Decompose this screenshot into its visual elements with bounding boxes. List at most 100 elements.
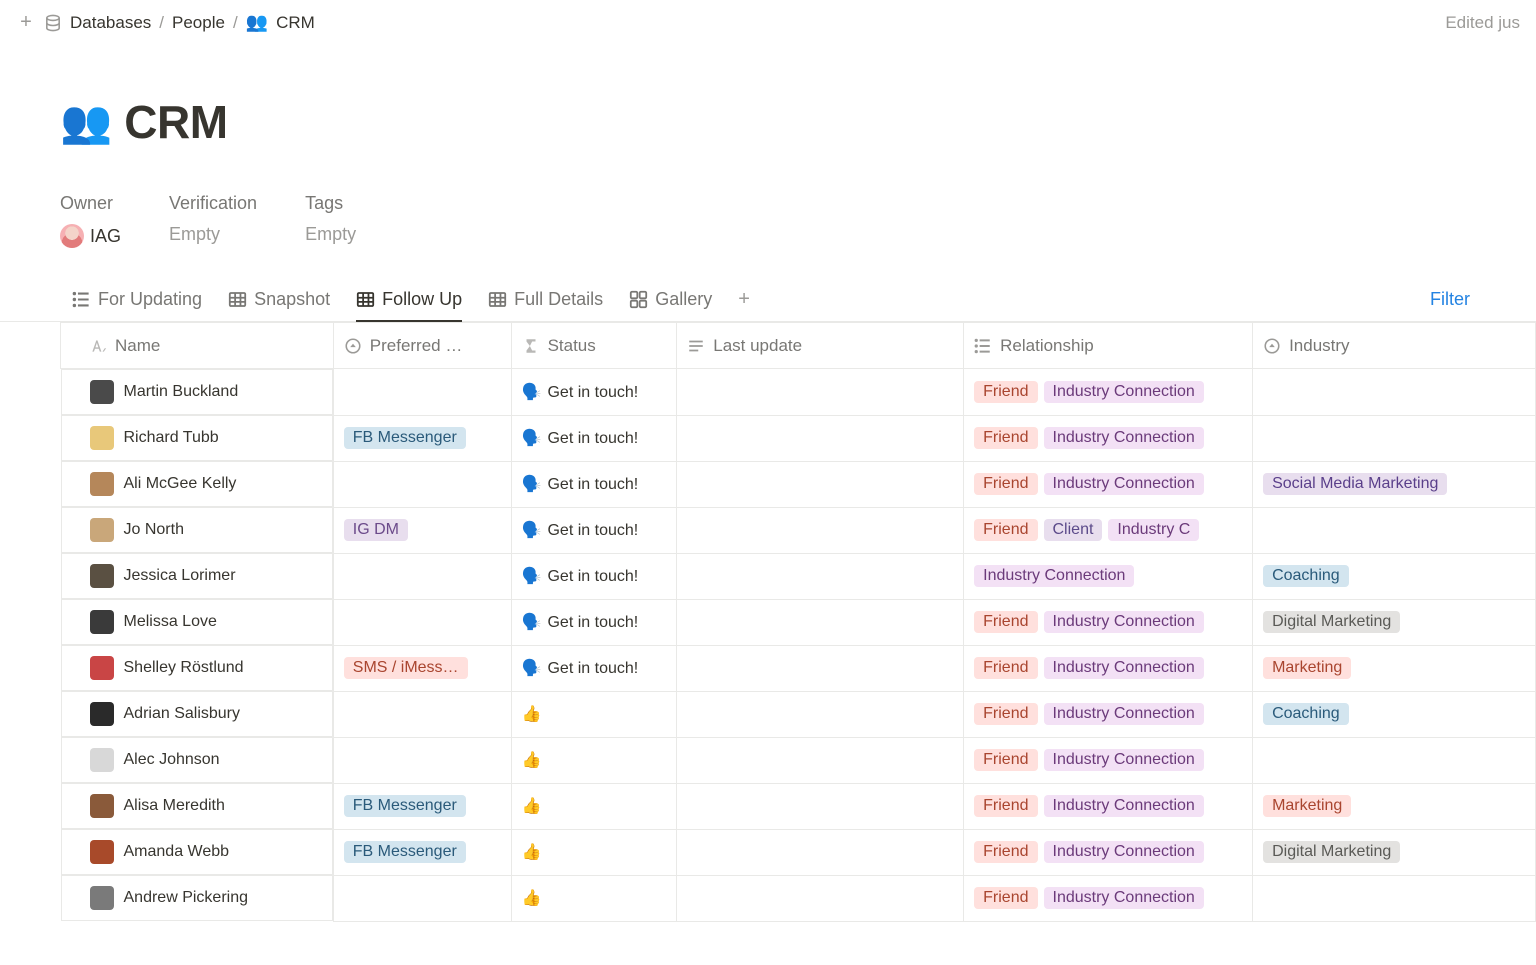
breadcrumb-people[interactable]: People — [172, 13, 225, 33]
cell-relationship[interactable]: FriendIndustry Connection — [964, 875, 1253, 921]
tab-for-updating[interactable]: For Updating — [72, 289, 202, 322]
cell-relationship[interactable]: FriendIndustry Connection — [964, 737, 1253, 783]
col-header-status[interactable]: Status — [511, 323, 677, 369]
col-header-industry[interactable]: Industry — [1253, 323, 1536, 369]
cell-status[interactable]: 🗣️Get in touch! — [511, 553, 677, 599]
cell-industry[interactable]: Digital Marketing — [1253, 829, 1536, 875]
cell-name[interactable]: Martin Buckland — [61, 369, 333, 415]
cell-last-update[interactable] — [677, 737, 964, 783]
cell-preferred[interactable] — [333, 875, 511, 921]
cell-relationship[interactable]: Industry Connection — [964, 553, 1253, 599]
cell-status[interactable]: 🗣️Get in touch! — [511, 369, 677, 416]
table-row[interactable]: Alisa MeredithFB Messenger👍 FriendIndustr… — [61, 783, 1536, 829]
cell-preferred[interactable] — [333, 691, 511, 737]
cell-last-update[interactable] — [677, 553, 964, 599]
cell-name[interactable]: Jo North — [61, 507, 333, 553]
cell-name[interactable]: Alec Johnson — [61, 737, 333, 783]
table-row[interactable]: Ali McGee Kelly 🗣️Get in touch! FriendIndu… — [61, 461, 1536, 507]
verification-value[interactable]: Empty — [169, 224, 257, 245]
table-row[interactable]: Amanda WebbFB Messenger👍 FriendIndustry C… — [61, 829, 1536, 875]
cell-relationship[interactable]: FriendIndustry Connection — [964, 829, 1253, 875]
cell-last-update[interactable] — [677, 369, 964, 416]
cell-status[interactable]: 👍 — [511, 783, 677, 829]
cell-status[interactable]: 👍 — [511, 875, 677, 921]
cell-preferred[interactable]: FB Messenger — [333, 415, 511, 461]
cell-status[interactable]: 👍 — [511, 737, 677, 783]
cell-industry[interactable]: Coaching — [1253, 691, 1536, 737]
cell-last-update[interactable] — [677, 783, 964, 829]
filter-button[interactable]: Filter — [1430, 289, 1476, 320]
tab-follow-up[interactable]: Follow Up — [356, 289, 462, 322]
cell-name[interactable]: Melissa Love — [61, 599, 333, 645]
cell-preferred[interactable] — [333, 369, 511, 416]
table-row[interactable]: Shelley RöstlundSMS / iMess…🗣️Get in tou… — [61, 645, 1536, 691]
tab-snapshot[interactable]: Snapshot — [228, 289, 330, 322]
cell-last-update[interactable] — [677, 415, 964, 461]
cell-name[interactable]: Andrew Pickering — [61, 875, 333, 921]
col-header-name[interactable]: Name — [61, 323, 334, 369]
cell-industry[interactable]: Marketing — [1253, 645, 1536, 691]
table-row[interactable]: Alec Johnson 👍 FriendIndustry Connection — [61, 737, 1536, 783]
cell-preferred[interactable] — [333, 599, 511, 645]
cell-industry[interactable] — [1253, 875, 1536, 921]
cell-name[interactable]: Ali McGee Kelly — [61, 461, 333, 507]
cell-status[interactable]: 🗣️Get in touch! — [511, 461, 677, 507]
cell-last-update[interactable] — [677, 507, 964, 553]
breadcrumb-crm[interactable]: CRM — [276, 13, 315, 33]
cell-status[interactable]: 🗣️Get in touch! — [511, 645, 677, 691]
cell-last-update[interactable] — [677, 599, 964, 645]
cell-last-update[interactable] — [677, 645, 964, 691]
col-header-last-update[interactable]: Last update — [677, 323, 964, 369]
cell-status[interactable]: 🗣️Get in touch! — [511, 507, 677, 553]
cell-name[interactable]: Amanda Webb — [61, 829, 333, 875]
tab-full-details[interactable]: Full Details — [488, 289, 603, 322]
cell-industry[interactable]: Digital Marketing — [1253, 599, 1536, 645]
table-row[interactable]: Jessica Lorimer 🗣️Get in touch! Industry C… — [61, 553, 1536, 599]
cell-industry[interactable]: Marketing — [1253, 783, 1536, 829]
cell-relationship[interactable]: FriendIndustry Connection — [964, 645, 1253, 691]
cell-relationship[interactable]: FriendIndustry Connection — [964, 691, 1253, 737]
cell-name[interactable]: Shelley Röstlund — [61, 645, 333, 691]
cell-preferred[interactable]: FB Messenger — [333, 783, 511, 829]
cell-relationship[interactable]: FriendIndustry Connection — [964, 783, 1253, 829]
cell-status[interactable]: 🗣️Get in touch! — [511, 599, 677, 645]
cell-preferred[interactable] — [333, 461, 511, 507]
cell-preferred[interactable]: SMS / iMess… — [333, 645, 511, 691]
table-row[interactable]: Andrew Pickering 👍 FriendIndustry Connecti… — [61, 875, 1536, 921]
cell-name[interactable]: Alisa Meredith — [61, 783, 333, 829]
cell-industry[interactable] — [1253, 369, 1536, 416]
add-page-icon[interactable]: + — [16, 13, 36, 33]
cell-industry[interactable] — [1253, 507, 1536, 553]
cell-last-update[interactable] — [677, 829, 964, 875]
cell-preferred[interactable]: FB Messenger — [333, 829, 511, 875]
cell-last-update[interactable] — [677, 691, 964, 737]
cell-relationship[interactable]: FriendIndustry Connection — [964, 461, 1253, 507]
cell-name[interactable]: Adrian Salisbury — [61, 691, 333, 737]
cell-preferred[interactable] — [333, 737, 511, 783]
cell-status[interactable]: 👍 — [511, 691, 677, 737]
cell-status[interactable]: 👍 — [511, 829, 677, 875]
cell-preferred[interactable]: IG DM — [333, 507, 511, 553]
page-title[interactable]: CRM — [124, 95, 227, 149]
tags-value[interactable]: Empty — [305, 224, 356, 245]
breadcrumb-databases[interactable]: Databases — [70, 13, 151, 33]
col-header-relationship[interactable]: Relationship — [964, 323, 1253, 369]
tab-gallery[interactable]: Gallery — [629, 289, 712, 322]
cell-relationship[interactable]: FriendIndustry Connection — [964, 599, 1253, 645]
table-row[interactable]: Jo NorthIG DM🗣️Get in touch!FriendClient… — [61, 507, 1536, 553]
table-row[interactable]: Richard TubbFB Messenger🗣️Get in touch!F… — [61, 415, 1536, 461]
add-view-button[interactable]: + — [738, 288, 750, 321]
table-row[interactable]: Melissa Love 🗣️Get in touch! FriendIndustr… — [61, 599, 1536, 645]
cell-status[interactable]: 🗣️Get in touch! — [511, 415, 677, 461]
cell-relationship[interactable]: FriendIndustry Connection — [964, 369, 1253, 416]
cell-relationship[interactable]: FriendIndustry Connection — [964, 415, 1253, 461]
cell-last-update[interactable] — [677, 461, 964, 507]
col-header-preferred[interactable]: Preferred … — [333, 323, 511, 369]
cell-name[interactable]: Jessica Lorimer — [61, 553, 333, 599]
cell-industry[interactable]: Coaching — [1253, 553, 1536, 599]
cell-industry[interactable] — [1253, 415, 1536, 461]
cell-industry[interactable]: Social Media Marketing — [1253, 461, 1536, 507]
table-row[interactable]: Adrian Salisbury 👍 FriendIndustry Connecti… — [61, 691, 1536, 737]
page-icon[interactable]: 👥 — [60, 101, 112, 143]
cell-last-update[interactable] — [677, 875, 964, 921]
